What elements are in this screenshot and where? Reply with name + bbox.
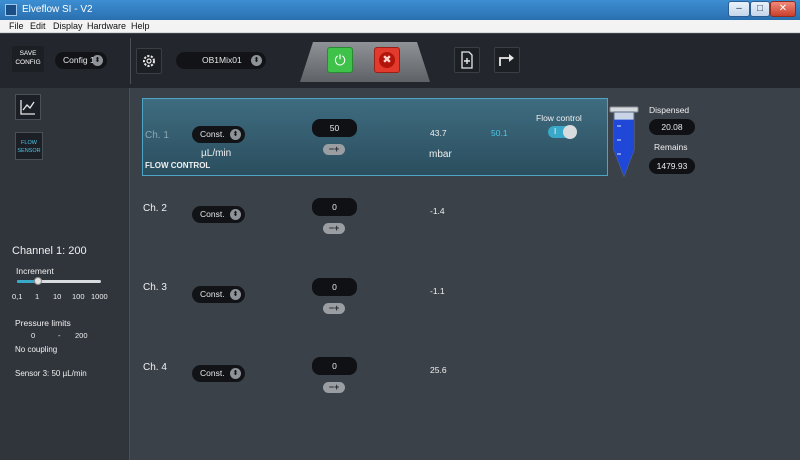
pressure-reading-ch4: 25.6 (430, 365, 447, 375)
setpoint-stepper-ch2[interactable]: −+ (323, 223, 345, 234)
flow-sensor-line2: SENSOR (17, 148, 41, 154)
menu-help[interactable]: Help (131, 21, 150, 31)
pressure-unit: mbar (429, 149, 452, 160)
dispensed-label: Dispensed (649, 105, 690, 115)
remains-label: Remains (654, 142, 688, 152)
add-document-button[interactable] (454, 47, 480, 73)
channel-title: Channel 1: 200 (12, 245, 87, 257)
increment-tick: 0,1 (12, 292, 23, 301)
gear-icon (143, 55, 155, 67)
toolbar-divider (130, 38, 131, 84)
mode-select-value: Const. (200, 129, 225, 139)
close-button[interactable]: ✕ (770, 1, 796, 17)
config-select[interactable]: Config 1 ⬍ (55, 52, 107, 69)
arrow-right-turn-icon (499, 54, 514, 66)
pressure-reading-ch2: -1.4 (430, 206, 445, 216)
power-button[interactable]: ⏻ (327, 47, 353, 73)
coupling-status: No coupling (15, 345, 58, 354)
chevron-updown-icon: ⬍ (230, 129, 241, 140)
increment-slider[interactable] (17, 277, 101, 285)
stop-icon: ✖ (379, 52, 395, 68)
setpoint-input-ch2[interactable]: 0 (312, 198, 357, 216)
flow-reading-ch1: 50.1 (491, 128, 508, 138)
channel-label: Ch. 3 (143, 282, 167, 293)
channel-label: Ch. 1 (145, 130, 169, 141)
export-button[interactable] (494, 47, 520, 73)
increment-tick: 1000 (91, 292, 108, 301)
mode-select-ch4[interactable]: Const. ⬍ (192, 365, 245, 382)
maximize-button[interactable]: □ (750, 1, 770, 17)
setpoint-stepper-ch1[interactable]: −+ (323, 144, 345, 155)
minimize-button[interactable]: – (728, 1, 750, 17)
menu-edit[interactable]: Edit (30, 21, 46, 31)
flow-control-label: Flow control (536, 113, 582, 123)
menu-file[interactable]: File (9, 21, 24, 31)
save-config-button[interactable]: SAVE CONFIG (12, 46, 44, 72)
chevron-updown-icon: ⬍ (230, 209, 241, 220)
instrument-select[interactable]: OB1Mix01 ⬍ (176, 52, 266, 69)
stop-button[interactable]: ✖ (374, 47, 400, 73)
instrument-select-value: OB1Mix01 (202, 55, 242, 65)
pressure-min[interactable]: 0 (31, 331, 35, 340)
power-icon: ⏻ (334, 52, 346, 68)
pressure-separator: - (58, 331, 61, 340)
settings-button[interactable] (136, 48, 162, 74)
reservoir-tube-icon (609, 106, 639, 178)
control-panel-frame (300, 42, 430, 82)
graph-button[interactable] (15, 94, 41, 120)
mode-select-ch3[interactable]: Const. ⬍ (192, 286, 245, 303)
pressure-limits-label: Pressure limits (15, 318, 71, 328)
menu-hardware[interactable]: Hardware (87, 21, 126, 31)
window-title: Elveflow SI - V2 (22, 4, 93, 15)
mode-select-ch2[interactable]: Const. ⬍ (192, 206, 245, 223)
flow-sensor-line1: FLOW (21, 140, 37, 146)
toggle-mark: I (554, 127, 557, 136)
chevron-updown-icon: ⬍ (92, 55, 103, 66)
chevron-updown-icon: ⬍ (251, 55, 262, 66)
line-chart-icon (20, 100, 35, 115)
menu-display[interactable]: Display (53, 21, 83, 31)
increment-tick: 100 (72, 292, 85, 301)
increment-label: Increment (16, 266, 54, 276)
chevron-updown-icon: ⬍ (230, 289, 241, 300)
channel-label: Ch. 4 (143, 362, 167, 373)
mode-select-ch1[interactable]: Const. ⬍ (192, 126, 245, 143)
remains-value: 1479.93 (649, 158, 695, 174)
pressure-max[interactable]: 200 (75, 331, 88, 340)
channel-label: Ch. 2 (143, 203, 167, 214)
dispensed-value: 20.08 (649, 119, 695, 135)
flow-control-footer: FLOW CONTROL (145, 161, 211, 170)
sensor-info: Sensor 3: 50 µL/min (15, 369, 87, 378)
menu-bar: File Edit Display Hardware Help (0, 20, 800, 33)
app-icon (5, 4, 17, 16)
increment-slider-handle[interactable] (34, 277, 42, 285)
increment-tick: 1 (35, 292, 40, 301)
mode-select-value: Const. (200, 368, 225, 378)
pressure-reading-ch3: -1.1 (430, 286, 445, 296)
save-config-line2: CONFIG (15, 59, 41, 66)
setpoint-input-ch4[interactable]: 0 (312, 357, 357, 375)
flow-unit: µL/min (201, 148, 232, 159)
setpoint-input-ch1[interactable]: 50 (312, 119, 357, 137)
toggle-knob (563, 125, 577, 139)
title-bar: Elveflow SI - V2 – □ ✕ (0, 0, 800, 20)
add-document-icon (461, 51, 473, 69)
save-config-line1: SAVE (19, 50, 37, 57)
chevron-updown-icon: ⬍ (230, 368, 241, 379)
mode-select-value: Const. (200, 209, 225, 219)
flow-control-toggle[interactable]: I (548, 125, 577, 139)
mode-select-value: Const. (200, 289, 225, 299)
setpoint-stepper-ch3[interactable]: −+ (323, 303, 345, 314)
setpoint-input-ch3[interactable]: 0 (312, 278, 357, 296)
pressure-reading-ch1: 43.7 (430, 128, 447, 138)
config-select-value: Config 1 (63, 55, 95, 65)
increment-tick: 10 (53, 292, 62, 301)
setpoint-stepper-ch4[interactable]: −+ (323, 382, 345, 393)
flow-sensor-button[interactable]: FLOW SENSOR (15, 132, 43, 160)
